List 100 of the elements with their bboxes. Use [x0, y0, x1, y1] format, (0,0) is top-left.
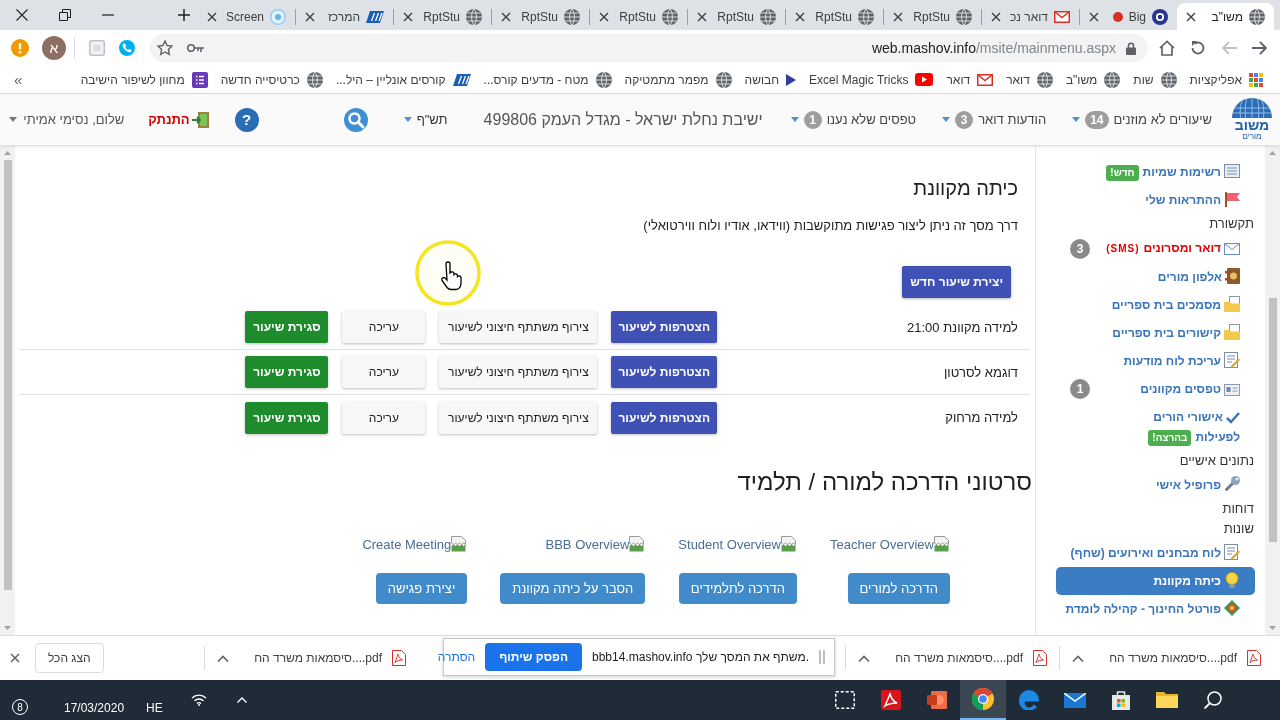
- address-field[interactable]: web.mashov.info/msite/mainmenu.aspx: [150, 34, 1148, 62]
- scrollbar-thumb[interactable]: [1268, 298, 1277, 542]
- close-icon[interactable]: [501, 11, 511, 22]
- sidebar-link[interactable]: אישורי הורים לפעילות בהרצה!: [1056, 403, 1255, 451]
- guide-link[interactable]: BBB Overview: [545, 536, 630, 552]
- guide-link[interactable]: Student Overview: [678, 536, 781, 552]
- bookmark[interactable]: משו"ב: [1065, 71, 1121, 88]
- add-participant-button[interactable]: צירוף משתתף חיצוני לשיעור: [439, 356, 598, 388]
- close-icon[interactable]: [893, 11, 903, 22]
- add-participant-button[interactable]: צירוף משתתף חיצוני לשיעור: [439, 311, 598, 343]
- bookmark[interactable]: מפמר מתמטיקה: [624, 71, 732, 88]
- guide-button[interactable]: הדרכה למורים: [847, 573, 950, 604]
- folder-document-icon: [1224, 296, 1240, 312]
- edit-button[interactable]: עריכה: [342, 401, 426, 434]
- browser-tab[interactable]: RptStu: [786, 3, 883, 30]
- join-lesson-button[interactable]: הצטרפות לשיעור: [611, 311, 717, 343]
- more-bookmarks-button[interactable]: »: [14, 71, 23, 88]
- bookmark[interactable]: מחוון לשיפור הישיבה: [80, 71, 208, 88]
- edit-button[interactable]: עריכה: [342, 311, 426, 343]
- scrollbar[interactable]: [1265, 146, 1280, 635]
- logout-link[interactable]: התנתק: [148, 111, 209, 128]
- browser-tab[interactable]: המרכז: [296, 3, 393, 30]
- close-icon[interactable]: [795, 11, 805, 22]
- download-item[interactable]: סיסמאות משרד הח....pdf: [1064, 641, 1269, 675]
- clock-date[interactable]: 17/03/2020: [64, 701, 125, 720]
- sidebar-link[interactable]: פורטל החינוך - קהילה לומדת: [1056, 595, 1255, 623]
- plus-icon[interactable]: [178, 9, 190, 21]
- bookmark[interactable]: מטח - מדעים קורס...: [483, 71, 612, 88]
- sidebar-link[interactable]: אלפון מורים: [1056, 263, 1255, 291]
- bookmark[interactable]: קורסים אונליין – היל...: [335, 72, 471, 87]
- sidebar-link[interactable]: לוח מבחנים ואירועים (שחף): [1056, 539, 1255, 567]
- stop-sharing-button[interactable]: הפסק שיתוף: [485, 643, 582, 671]
- join-lesson-button[interactable]: הצטרפות לשיעור: [611, 356, 717, 388]
- bookmark[interactable]: שות: [1133, 71, 1177, 88]
- sidebar-link[interactable]: פרופיל אישי: [1056, 471, 1255, 499]
- close-lesson-button[interactable]: סגירת שיעור: [245, 356, 329, 388]
- sidebar-link[interactable]: קישורים בית ספריים: [1056, 319, 1255, 347]
- bookmark[interactable]: דואר: [946, 72, 994, 87]
- close-window-icon[interactable]: [15, 9, 28, 21]
- download-item[interactable]: סיסמאות משרד הח....pdf: [850, 641, 1055, 675]
- sidebar-link[interactable]: מסמכים בית ספריים: [1056, 291, 1255, 319]
- sidebar-link[interactable]: עריכת לוח מודעות: [1056, 347, 1255, 375]
- close-icon[interactable]: [10, 653, 20, 663]
- close-icon[interactable]: [991, 11, 1001, 22]
- close-icon[interactable]: [1186, 11, 1196, 22]
- key-icon[interactable]: [187, 43, 205, 53]
- close-icon[interactable]: [305, 11, 315, 22]
- bookmark[interactable]: דואר: [1006, 71, 1053, 88]
- add-participant-button[interactable]: צירוף משתתף חיצוני לשיעור: [439, 401, 598, 434]
- sidebar-link[interactable]: רשימות שמיות חדש!: [1056, 158, 1255, 186]
- status-tag: חדש!: [1106, 165, 1139, 181]
- bookmark[interactable]: חבושה: [744, 72, 797, 87]
- profile-button[interactable]: א: [42, 36, 66, 60]
- download-item[interactable]: סיסמאות משרד הח....pdf: [209, 641, 414, 675]
- help-button[interactable]: ?: [234, 107, 259, 132]
- close-icon[interactable]: [403, 11, 413, 22]
- drag-handle-icon[interactable]: [819, 650, 825, 664]
- network-icon[interactable]: [190, 694, 207, 706]
- bookmark[interactable]: אפליקציות: [1189, 72, 1263, 87]
- close-icon[interactable]: [599, 11, 609, 22]
- bookmark[interactable]: כרטיסייה חדשה: [220, 71, 323, 88]
- guide-button[interactable]: יצירת פגישה: [375, 573, 468, 604]
- browser-tab[interactable]: RptStu: [590, 3, 687, 30]
- guide-link[interactable]: Teacher Overview: [829, 536, 934, 552]
- browser-tab[interactable]: Big: [1080, 3, 1177, 30]
- browser-tab[interactable]: RptStu: [884, 3, 981, 30]
- edit-button[interactable]: עריכה: [342, 356, 426, 388]
- guide-link[interactable]: Create Meeting: [362, 536, 452, 552]
- hide-link[interactable]: הסתרה: [437, 650, 476, 664]
- guide-button[interactable]: הסבר על כיתה מקוונת: [500, 573, 646, 604]
- taskbar-button[interactable]: [960, 680, 1006, 720]
- scrollbar[interactable]: [0, 146, 15, 635]
- globe-icon: [760, 8, 776, 25]
- restore-window-icon[interactable]: [58, 9, 71, 21]
- guide-button[interactable]: הדרכה לתלמידים: [678, 573, 797, 604]
- sidebar-link[interactable]: כיתה מקוונת: [1056, 567, 1255, 595]
- close-lesson-button[interactable]: סגירת שיעור: [245, 311, 329, 343]
- close-lesson-button[interactable]: סגירת שיעור: [245, 401, 329, 434]
- join-lesson-button[interactable]: הצטרפות לשיעור: [611, 401, 717, 434]
- close-icon[interactable]: [697, 11, 707, 22]
- user-menu[interactable]: שלום, נסימי אמיתי: [9, 112, 125, 127]
- year-dropdown[interactable]: תש"ף: [403, 112, 448, 127]
- search-icon[interactable]: [343, 107, 368, 132]
- browser-tab[interactable]: RptStu: [492, 3, 589, 30]
- bookmark[interactable]: Excel Magic Tricks: [809, 72, 934, 87]
- browser-tab[interactable]: משו"ב: [1177, 3, 1274, 30]
- scrollbar-thumb[interactable]: [3, 160, 12, 590]
- star-icon[interactable]: [157, 40, 173, 56]
- new-lesson-button[interactable]: יצירת שיעור חדש: [902, 266, 1011, 298]
- minimize-icon[interactable]: [101, 14, 114, 16]
- sidebar-link[interactable]: ההתראות שלי: [1056, 186, 1255, 214]
- language-indicator[interactable]: HE: [146, 701, 163, 720]
- close-icon[interactable]: [207, 11, 217, 22]
- browser-tab[interactable]: Screen: [198, 3, 295, 30]
- browser-tab[interactable]: RptStu: [394, 3, 491, 30]
- globe-icon: [956, 8, 972, 25]
- show-all-button[interactable]: הצג הכל: [35, 643, 104, 673]
- browser-tab[interactable]: RptStu: [688, 3, 785, 30]
- browser-tab[interactable]: דואר נכ: [982, 3, 1079, 30]
- close-icon[interactable]: [1089, 11, 1099, 22]
